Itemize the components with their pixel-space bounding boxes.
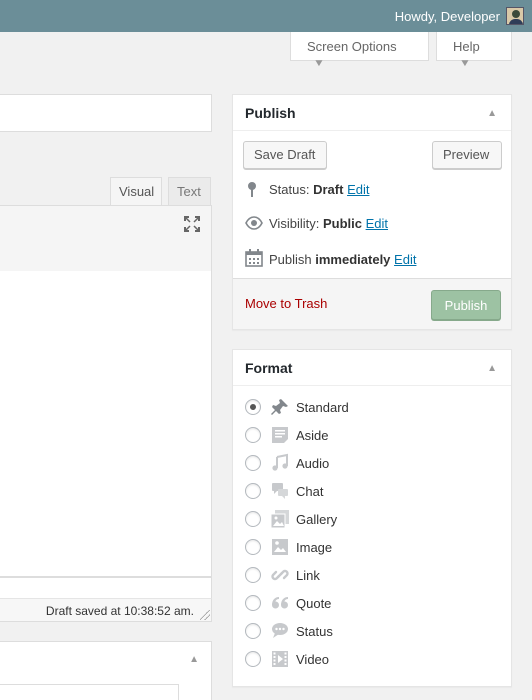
image-icon: [272, 539, 288, 555]
gallery-icon: [270, 510, 289, 529]
format-radio[interactable]: [245, 623, 261, 639]
editor-content-area[interactable]: [0, 271, 212, 577]
format-option-link[interactable]: Link: [245, 565, 495, 585]
edit-visibility-link[interactable]: Edit: [366, 216, 388, 231]
video-icon: [272, 651, 288, 667]
collapse-toggle-icon[interactable]: ▲: [189, 654, 199, 665]
publish-actions: Move to Trash Publish: [233, 278, 511, 329]
collapse-toggle-icon[interactable]: ▲: [487, 108, 497, 119]
eye-icon: [245, 215, 263, 231]
publish-box: Publish ▲ Save Draft Preview Status: Dra…: [232, 94, 512, 330]
lower-meta-box: ▲: [0, 641, 212, 700]
format-radio[interactable]: [245, 427, 261, 443]
format-option-quote[interactable]: Quote: [245, 593, 495, 613]
tab-text[interactable]: Text: [168, 177, 211, 205]
caret-down-icon: ▼: [313, 58, 325, 69]
format-option-status[interactable]: Status: [245, 621, 495, 641]
format-radio[interactable]: [245, 567, 261, 583]
pin-icon: [271, 399, 288, 415]
fullscreen-icon[interactable]: [183, 215, 201, 233]
pin-icon: [245, 181, 263, 197]
post-title-input[interactable]: [0, 94, 212, 132]
meta-box-input[interactable]: [0, 684, 179, 700]
preview-button[interactable]: Preview: [432, 141, 502, 169]
tab-visual[interactable]: Visual: [110, 177, 162, 205]
chat-icon: [272, 483, 288, 499]
publish-button[interactable]: Publish: [431, 290, 501, 320]
post-status-row: Status: Draft Edit: [245, 181, 369, 197]
help-button[interactable]: Help ▼: [436, 32, 512, 69]
admin-bar: Howdy, Developer: [0, 0, 532, 32]
help-label: Help: [453, 39, 480, 54]
link-icon: [271, 569, 289, 581]
format-option-standard[interactable]: Standard: [245, 397, 495, 417]
format-radio[interactable]: [245, 455, 261, 471]
schedule-value: immediately: [315, 252, 391, 267]
caret-down-icon: ▼: [459, 58, 471, 69]
format-option-image[interactable]: Image: [245, 537, 495, 557]
save-draft-button[interactable]: Save Draft: [243, 141, 327, 169]
schedule-row: Publish immediately Edit: [245, 249, 416, 267]
format-label: Status: [296, 624, 333, 639]
editor-path-bar: [0, 577, 212, 599]
edit-status-link[interactable]: Edit: [347, 182, 369, 197]
format-radio[interactable]: [245, 539, 261, 555]
format-box: Format ▲ Standard Aside Audio Chat Galle…: [232, 349, 512, 687]
status-icon: [272, 623, 288, 638]
visibility-row: Visibility: Public Edit: [245, 215, 388, 231]
format-option-chat[interactable]: Chat: [245, 481, 495, 501]
account-greeting[interactable]: Howdy, Developer: [395, 9, 500, 24]
format-label: Video: [296, 652, 330, 667]
publish-box-header[interactable]: Publish ▲: [233, 95, 511, 131]
status-value: Draft: [313, 182, 344, 197]
resize-handle-icon[interactable]: [200, 610, 210, 620]
screen-options-label: Screen Options: [307, 39, 397, 54]
calendar-icon: [245, 249, 263, 267]
draft-saved-status: Draft saved at 10:38:52 am.: [45, 604, 194, 618]
format-label: Chat: [296, 484, 324, 499]
format-label: Image: [296, 540, 333, 555]
collapse-toggle-icon[interactable]: ▲: [487, 363, 497, 374]
format-option-video[interactable]: Video: [245, 649, 495, 669]
status-label: Status:: [269, 182, 310, 197]
format-radio[interactable]: [245, 511, 261, 527]
format-option-aside[interactable]: Aside: [245, 425, 495, 445]
format-option-gallery[interactable]: Gallery: [245, 509, 495, 529]
format-label: Audio: [296, 456, 330, 471]
format-box-header[interactable]: Format ▲: [233, 350, 511, 386]
move-to-trash-link[interactable]: Move to Trash: [245, 296, 327, 311]
format-radio[interactable]: [245, 595, 261, 611]
schedule-label: Publish: [269, 252, 312, 267]
format-label: Gallery: [296, 512, 338, 527]
edit-schedule-link[interactable]: Edit: [394, 252, 416, 267]
editor-toolbar: [0, 205, 212, 272]
format-label: Aside: [296, 428, 329, 443]
format-label: Quote: [296, 596, 332, 611]
editor-status-bar: Draft saved at 10:38:52 am.: [0, 598, 212, 622]
format-label: Link: [296, 568, 320, 583]
format-label: Standard: [296, 400, 349, 415]
aside-icon: [272, 427, 288, 443]
format-radio[interactable]: [245, 651, 261, 667]
avatar[interactable]: [506, 7, 524, 25]
format-radio[interactable]: [245, 483, 261, 499]
screen-options-button[interactable]: Screen Options ▼: [290, 32, 429, 69]
format-box-title: Format: [245, 360, 293, 376]
audio-icon: [272, 453, 288, 471]
publish-box-title: Publish: [245, 105, 296, 121]
format-radio[interactable]: [245, 399, 261, 415]
visibility-value: Public: [322, 216, 362, 231]
quote-icon: [272, 597, 288, 609]
format-option-audio[interactable]: Audio: [245, 453, 495, 473]
visibility-label: Visibility:: [269, 216, 320, 231]
